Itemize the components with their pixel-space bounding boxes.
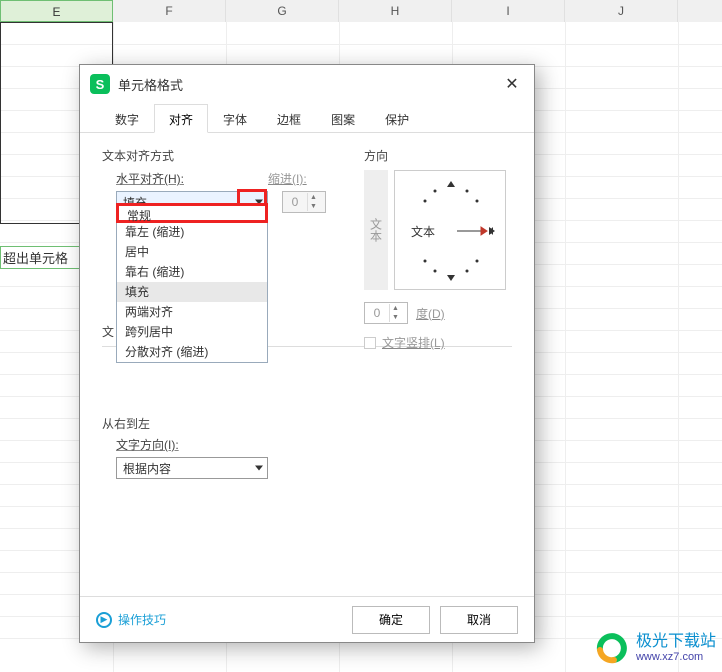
col-header-i[interactable]: I [452, 0, 565, 22]
tabs: 数字 对齐 字体 边框 图案 保护 [80, 103, 534, 133]
textdir-label: 文字方向(I): [116, 436, 179, 453]
spinner-up-icon[interactable]: ▲ [307, 193, 319, 202]
spinner-down-icon[interactable]: ▼ [389, 313, 401, 322]
rtl-section-label: 从右到左 [102, 415, 512, 432]
spinner-up-icon[interactable]: ▲ [389, 304, 401, 313]
textdir-combo[interactable]: 根据内容 [116, 457, 268, 479]
orientation-vertical-sample[interactable]: 文本 [364, 170, 388, 290]
col-header-j[interactable]: J [565, 0, 678, 22]
halign-label: 水平对齐(H): [116, 170, 184, 187]
degree-spinner[interactable]: ▲ ▼ [364, 302, 408, 324]
degree-label: 度(D) [416, 305, 445, 322]
orientation-dial[interactable]: 文本 [394, 170, 506, 290]
dialog-footer: ▶ 操作技巧 确定 取消 [80, 596, 534, 642]
cell-overflow-text[interactable]: 超出单元格 [0, 246, 80, 269]
spinner-down-icon[interactable]: ▼ [307, 202, 319, 211]
tab-pattern[interactable]: 图案 [316, 104, 370, 133]
col-header-h[interactable]: H [339, 0, 452, 22]
orientation-sample-text: 文本 [411, 223, 435, 240]
tab-font[interactable]: 字体 [208, 104, 262, 133]
col-header-k[interactable]: K [678, 0, 722, 22]
watermark: 极光下载站 www.xz7.com [594, 630, 716, 666]
cancel-button[interactable]: 取消 [440, 606, 518, 634]
chevron-down-icon [255, 466, 263, 471]
tab-number[interactable]: 数字 [100, 104, 154, 133]
tips-link[interactable]: ▶ 操作技巧 [96, 611, 166, 628]
indent-spinner[interactable]: ▲ ▼ [282, 191, 326, 213]
halign-option-center-across[interactable]: 跨列居中 [117, 322, 267, 342]
play-icon: ▶ [96, 612, 112, 628]
watermark-logo-icon [594, 630, 630, 666]
vertical-stack-checkbox[interactable] [364, 337, 376, 349]
halign-option-distributed[interactable]: 分散对齐 (缩进) [117, 342, 267, 362]
column-headers: E F G H I J K L [0, 0, 722, 22]
col-header-e[interactable]: E [0, 0, 113, 22]
orientation-title: 方向 [364, 147, 512, 164]
ok-button[interactable]: 确定 [352, 606, 430, 634]
tab-protect[interactable]: 保护 [370, 104, 424, 133]
degree-value[interactable] [365, 306, 389, 320]
textdir-value: 根据内容 [123, 460, 171, 477]
halign-option-justify[interactable]: 两端对齐 [117, 302, 267, 322]
halign-option-normal[interactable]: 常规 [116, 203, 268, 223]
tab-alignment[interactable]: 对齐 [154, 104, 208, 133]
orientation-panel: 方向 文本 [364, 147, 512, 351]
halign-dropdown[interactable]: 常规 靠左 (缩进) 居中 靠右 (缩进) 填充 两端对齐 跨列居中 分散对齐 … [116, 203, 268, 363]
watermark-brand: 极光下载站 [636, 633, 716, 651]
tips-label: 操作技巧 [118, 611, 166, 628]
vertical-stack-label: 文字竖排(L) [382, 334, 445, 351]
titlebar: S 单元格格式 ✕ [80, 65, 534, 103]
tab-border[interactable]: 边框 [262, 104, 316, 133]
close-icon[interactable]: ✕ [500, 72, 524, 96]
indent-label: 缩进(I): [268, 170, 307, 187]
dialog-title: 单元格格式 [118, 75, 500, 94]
indent-value[interactable] [283, 195, 307, 209]
col-header-f[interactable]: F [113, 0, 226, 22]
col-header-g[interactable]: G [226, 0, 339, 22]
cell-format-dialog: S 单元格格式 ✕ 数字 对齐 字体 边框 图案 保护 文本对齐方式 水平对齐(… [79, 64, 535, 643]
halign-option-center[interactable]: 居中 [117, 242, 267, 262]
halign-option-right[interactable]: 靠右 (缩进) [117, 262, 267, 282]
watermark-url: www.xz7.com [636, 651, 716, 663]
halign-option-fill[interactable]: 填充 [117, 282, 267, 302]
app-icon: S [90, 74, 110, 94]
